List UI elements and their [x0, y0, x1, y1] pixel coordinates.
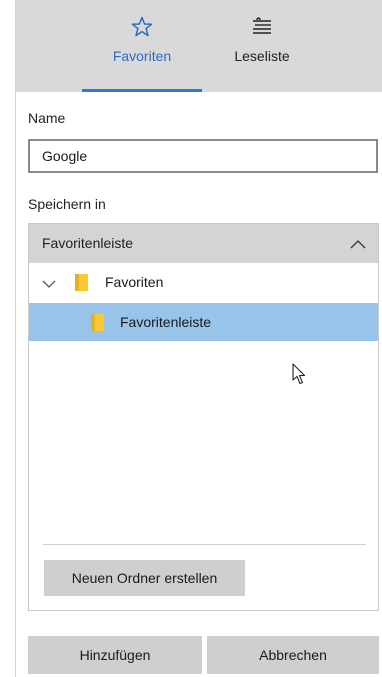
divider — [43, 544, 366, 545]
chevron-up-icon — [350, 236, 366, 254]
folder-icon — [91, 314, 104, 331]
selected-folder-label: Favoritenleiste — [42, 235, 134, 251]
name-label: Name — [28, 110, 66, 126]
add-button[interactable]: Hinzufügen — [28, 636, 202, 674]
selected-tab-indicator — [82, 89, 202, 92]
folder-dropdown[interactable]: Favoritenleiste — [29, 224, 378, 263]
tab-favorites[interactable]: Favoriten — [82, 0, 202, 92]
tab-header: Favoriten Leseliste — [16, 0, 382, 92]
folder-picker: Favoritenleiste Favoriten Favoritenleist… — [28, 223, 379, 611]
save-in-label: Speichern in — [28, 196, 106, 212]
tree-item-label: Favoritenleiste — [120, 314, 212, 330]
tab-favorites-label: Favoriten — [112, 48, 172, 64]
chevron-down-icon[interactable] — [42, 276, 56, 294]
reading-list-icon — [202, 16, 322, 38]
tree-item-favoriten[interactable]: Favoriten — [29, 263, 378, 301]
tab-reading-list-label: Leseliste — [234, 48, 290, 64]
tree-item-favoritenleiste[interactable]: Favoritenleiste — [29, 303, 378, 341]
name-input[interactable] — [28, 139, 378, 173]
folder-icon — [75, 274, 88, 291]
tab-reading-list[interactable]: Leseliste — [202, 0, 322, 92]
new-folder-button[interactable]: Neuen Ordner erstellen — [44, 560, 245, 596]
tree-item-label: Favoriten — [105, 274, 164, 290]
cancel-button[interactable]: Abbrechen — [207, 636, 379, 674]
panel-left-border — [15, 0, 16, 677]
star-icon — [82, 16, 202, 38]
